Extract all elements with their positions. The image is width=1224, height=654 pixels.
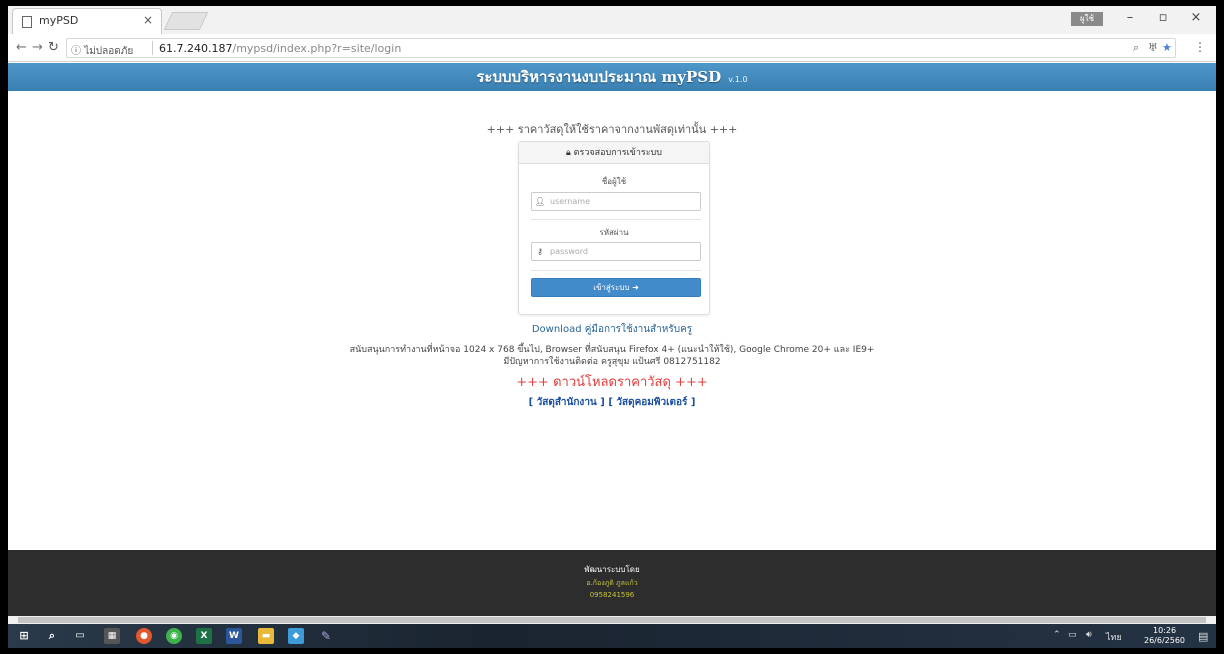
extension-icon[interactable]: ♅: [1148, 41, 1158, 54]
username-field[interactable]: 👤︎: [531, 192, 701, 211]
horizontal-scrollbar[interactable]: [8, 616, 1216, 624]
tab-close-icon[interactable]: ×: [143, 13, 153, 27]
zoom-icon[interactable]: ⌕: [1133, 41, 1139, 55]
calculator-icon[interactable]: ▦: [104, 628, 120, 644]
browser-menu-icon[interactable]: ⋮: [1194, 40, 1206, 54]
field-divider: [531, 219, 701, 220]
download-links: [ วัสดุสำนักงาน ] [ วัสดุคอมพิวเตอร์ ]: [8, 395, 1216, 410]
new-tab-button[interactable]: [163, 12, 209, 30]
back-icon[interactable]: ←: [16, 40, 27, 55]
login-heading-text: ตรวจสอบการเข้าระบบ: [573, 148, 662, 158]
password-label: รหัสผ่าน: [599, 228, 629, 237]
network-app-icon[interactable]: ◆: [288, 628, 304, 644]
clock-date: 26/6/2560: [1144, 636, 1186, 645]
office-supplies-link[interactable]: [ วัสดุสำนักงาน ]: [529, 397, 605, 408]
password-input[interactable]: [550, 245, 698, 258]
network-icon[interactable]: ▭: [1068, 630, 1077, 640]
price-notice: +++ ราคาวัสดุให้ใช้ราคาจากงานพัสดุเท่านั…: [486, 123, 738, 136]
footer-developer-label: พัฒนาระบบโดย: [584, 565, 640, 574]
username-label: ชื่อผู้ใช้: [601, 177, 627, 186]
screen: myPSD × ผูใช้ – ▫ × ← → ↻ ⓘ ไม่ปลอดภัย 6…: [8, 6, 1216, 648]
line-icon[interactable]: ◉: [166, 628, 182, 644]
lock-icon: 🔒︎: [565, 148, 571, 158]
windows-start-icon[interactable]: ⊞: [16, 628, 32, 644]
download-title: +++ ดาวน์โหลดราคาวัสดุ +++: [516, 375, 708, 390]
file-explorer-icon[interactable]: ▬: [258, 628, 274, 644]
chrome-icon[interactable]: ●: [136, 628, 152, 644]
login-panel: 🔒︎ ตรวจสอบการเข้าระบบ ชื่อผู้ใช้ 👤︎ รหัส…: [518, 141, 710, 315]
key-icon: ⚷: [537, 247, 543, 256]
clock-time: 10:26: [1152, 626, 1177, 635]
login-icon: ➜: [632, 283, 639, 292]
scrollbar-thumb[interactable]: [18, 617, 1206, 623]
contact-info: มีปัญหาการใช้งานติดต่อ ครูสุขุม แป้นศรี …: [503, 357, 721, 367]
forward-icon[interactable]: →: [32, 40, 43, 55]
paint-icon[interactable]: ✎: [318, 628, 334, 644]
password-field[interactable]: ⚷: [531, 242, 701, 261]
close-window-button[interactable]: ×: [1186, 10, 1206, 25]
user-icon: 👤︎: [534, 197, 546, 206]
url-path: /mypsd/index.php?r=site/login: [232, 42, 402, 55]
web-page: ระบบบริหารงานงบประมาณ myPSD v.1.0 +++ รา…: [8, 63, 1216, 616]
tray-chevron-icon[interactable]: ⌃: [1053, 630, 1061, 640]
minimize-button[interactable]: –: [1120, 10, 1140, 25]
browser-tabstrip: myPSD × ผูใช้ – ▫ ×: [8, 6, 1216, 34]
language-indicator[interactable]: ไทย: [1106, 630, 1122, 644]
clock[interactable]: 10:26 26/6/2560: [1144, 626, 1185, 646]
url-text: 61.7.240.187/mypsd/index.php?r=site/logi…: [159, 42, 401, 55]
username-input[interactable]: [550, 195, 698, 208]
maximize-button[interactable]: ▫: [1153, 10, 1173, 25]
excel-icon[interactable]: X: [196, 628, 212, 644]
volume-icon[interactable]: 🔊︎: [1086, 630, 1092, 640]
url-host: 61.7.240.187: [159, 42, 233, 55]
page-icon: [22, 16, 32, 28]
user-badge[interactable]: ผูใช้: [1071, 12, 1103, 26]
bookmark-star-icon[interactable]: ★: [1162, 41, 1172, 54]
address-separator: [152, 41, 153, 55]
address-bar[interactable]: ⓘ ไม่ปลอดภัย 61.7.240.187/mypsd/index.ph…: [66, 38, 1176, 58]
security-indicator[interactable]: ⓘ ไม่ปลอดภัย: [71, 42, 133, 59]
manual-download-link[interactable]: Download คู่มือการใช้งานสำหรับครู: [8, 322, 1216, 337]
login-button[interactable]: เข้าสู่ระบบ ➜: [531, 278, 701, 297]
security-label: ไม่ปลอดภัย: [84, 46, 134, 57]
word-icon[interactable]: W: [226, 628, 242, 644]
browser-tab[interactable]: myPSD ×: [12, 8, 162, 34]
footer-developer-name: อ.ก้องภูติ ภูลแก้ว: [586, 579, 638, 587]
browser-toolbar: ← → ↻ ⓘ ไม่ปลอดภัย 61.7.240.187/mypsd/in…: [8, 34, 1216, 62]
version-label: v.1.0: [728, 75, 748, 84]
field-divider: [531, 270, 701, 271]
computer-supplies-link[interactable]: [ วัสดุคอมพิวเตอร์ ]: [608, 397, 695, 408]
footer-phone: 0958241596: [589, 591, 635, 599]
tab-title: myPSD: [39, 14, 79, 27]
login-heading: 🔒︎ ตรวจสอบการเข้าระบบ: [519, 142, 709, 164]
login-button-label: เข้าสู่ระบบ: [593, 283, 630, 292]
page-footer: พัฒนาระบบโดย อ.ก้องภูติ ภูลแก้ว 09582415…: [8, 550, 1216, 616]
reload-icon[interactable]: ↻: [48, 40, 59, 55]
taskbar: ⊞ ⌕ ▭ ▦ ● ◉ X W ▬ ◆ ✎ ⌃ ▭ 🔊︎ ไทย 10:26 2…: [8, 624, 1216, 648]
search-icon[interactable]: ⌕: [44, 628, 60, 644]
header-banner: ระบบบริหารงานงบประมาณ myPSD v.1.0: [8, 63, 1216, 91]
page-title: ระบบบริหารงานงบประมาณ myPSD: [476, 68, 722, 86]
task-view-icon[interactable]: ▭: [72, 628, 88, 644]
notification-icon[interactable]: ▤: [1198, 630, 1208, 643]
